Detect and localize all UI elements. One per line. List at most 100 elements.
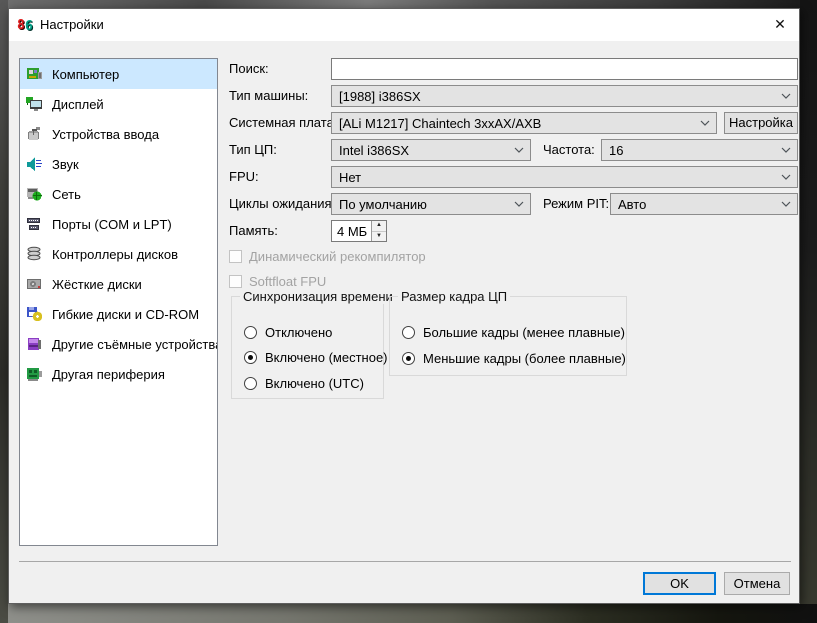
- time-sync-group: Синхронизация времени Отключено Включено…: [231, 296, 384, 399]
- sidebar-item-disk-controllers[interactable]: Контроллеры дисков: [20, 239, 217, 269]
- sidebar-item-display[interactable]: Дисплей: [20, 89, 217, 119]
- wait-states-label: Циклы ожидания:: [229, 193, 335, 215]
- frame-size-group: Размер кадра ЦП Большие кадры (менее пла…: [389, 296, 627, 376]
- fpu-select[interactable]: Нет: [331, 166, 798, 188]
- sidebar-item-floppy-cdrom[interactable]: Гибкие диски и CD-ROM: [20, 299, 217, 329]
- sidebar-item-label: Дисплей: [52, 97, 104, 112]
- desktop-background: [800, 0, 817, 623]
- window-title: Настройки: [40, 17, 104, 32]
- sidebar-item-machine[interactable]: Компьютер: [20, 59, 217, 89]
- settings-dialog: 8 8 6 6 Настройки ✕: [8, 8, 800, 604]
- chevron-down-icon: [781, 174, 791, 180]
- ports-icon: [26, 216, 44, 232]
- time-sync-option-utc[interactable]: Включено (UTC): [244, 376, 364, 391]
- radio-icon: [244, 377, 257, 390]
- frame-size-group-title: Размер кадра ЦП: [398, 289, 510, 304]
- category-list: Компьютер Дисплей: [19, 58, 218, 546]
- memory-stepper[interactable]: 4 МБ ▲ ▼: [331, 220, 387, 242]
- motherboard-select[interactable]: [ALi M1217] Chaintech 3xxAX/AXB: [331, 112, 717, 134]
- radio-checked-icon: [402, 352, 415, 365]
- wait-states-select[interactable]: По умолчанию: [331, 193, 531, 215]
- machine-type-value: [1988] i386SX: [339, 89, 421, 104]
- desktop-background: [0, 0, 817, 8]
- pit-mode-value: Авто: [618, 197, 646, 212]
- sidebar-item-label: Другие съёмные устройства: [52, 337, 218, 352]
- radio-icon: [244, 326, 257, 339]
- sidebar-item-hard-disks[interactable]: Жёсткие диски: [20, 269, 217, 299]
- search-label: Поиск:: [229, 58, 269, 80]
- close-icon[interactable]: ✕: [763, 9, 797, 39]
- sound-icon: [26, 156, 44, 172]
- chevron-down-icon: [514, 201, 524, 207]
- hard-disks-icon: [26, 276, 44, 292]
- dynamic-recompiler-label: Динамический рекомпилятор: [249, 249, 426, 264]
- sidebar-item-removable-devices[interactable]: Другие съёмные устройства: [20, 329, 217, 359]
- motherboard-value: [ALi M1217] Chaintech 3xxAX/AXB: [339, 116, 541, 131]
- motherboard-label: Системная плата:: [229, 112, 337, 134]
- spin-up-icon[interactable]: ▲: [372, 221, 386, 232]
- titlebar[interactable]: 8 8 6 6 Настройки ✕: [9, 9, 799, 41]
- desktop: 8 8 6 6 Настройки ✕: [0, 0, 817, 623]
- sidebar-item-sound[interactable]: Звук: [20, 149, 217, 179]
- softfloat-fpu-checkbox: [229, 275, 242, 288]
- chevron-down-icon: [700, 120, 710, 126]
- time-sync-option-local[interactable]: Включено (местное): [244, 350, 388, 365]
- softfloat-fpu-row: Softfloat FPU: [229, 273, 326, 289]
- frequency-label: Частота:: [543, 139, 595, 161]
- desktop-background: [0, 604, 817, 623]
- disk-controllers-icon: [26, 246, 44, 262]
- radio-checked-icon: [244, 351, 257, 364]
- computer-icon: [26, 66, 44, 82]
- cpu-type-label: Тип ЦП:: [229, 139, 277, 161]
- sidebar-item-network[interactable]: Сеть: [20, 179, 217, 209]
- sidebar-item-label: Другая периферия: [52, 367, 165, 382]
- frame-size-option-large[interactable]: Большие кадры (менее плавные): [402, 325, 625, 340]
- frequency-select[interactable]: 16: [601, 139, 798, 161]
- memory-value: 4 МБ: [332, 224, 371, 239]
- wait-states-value: По умолчанию: [339, 197, 427, 212]
- sidebar-item-peripherals[interactable]: Другая периферия: [20, 359, 217, 389]
- pit-mode-select[interactable]: Авто: [610, 193, 798, 215]
- svg-text:8: 8: [17, 18, 25, 33]
- memory-label: Память:: [229, 220, 278, 242]
- floppy-cdrom-icon: [26, 306, 44, 322]
- svg-text:6: 6: [25, 19, 33, 33]
- sidebar-item-label: Гибкие диски и CD-ROM: [52, 307, 199, 322]
- sidebar-item-label: Устройства ввода: [52, 127, 159, 142]
- softfloat-fpu-label: Softfloat FPU: [249, 274, 326, 289]
- sidebar-item-label: Жёсткие диски: [52, 277, 142, 292]
- sidebar-item-label: Компьютер: [52, 67, 119, 82]
- cancel-button[interactable]: Отмена: [724, 572, 790, 595]
- dynamic-recompiler-row: Динамический рекомпилятор: [229, 248, 426, 264]
- footer-separator: [19, 561, 791, 562]
- motherboard-configure-button[interactable]: Настройка: [724, 112, 798, 134]
- fpu-value: Нет: [339, 170, 361, 185]
- sidebar-item-label: Звук: [52, 157, 79, 172]
- time-sync-option-disabled[interactable]: Отключено: [244, 325, 332, 340]
- peripherals-icon: [26, 366, 44, 382]
- 86box-logo-icon: 8 8 6 6: [17, 17, 35, 33]
- cpu-type-value: Intel i386SX: [339, 143, 409, 158]
- fpu-label: FPU:: [229, 166, 259, 188]
- radio-icon: [402, 326, 415, 339]
- removable-devices-icon: [26, 336, 44, 352]
- spinner-buttons: ▲ ▼: [371, 221, 386, 241]
- spin-down-icon[interactable]: ▼: [372, 232, 386, 242]
- sidebar-item-label: Сеть: [52, 187, 81, 202]
- sidebar-item-input-devices[interactable]: Устройства ввода: [20, 119, 217, 149]
- input-devices-icon: [26, 126, 44, 142]
- display-icon: [26, 96, 44, 112]
- chevron-down-icon: [514, 147, 524, 153]
- sidebar-item-ports[interactable]: Порты (COM и LPT): [20, 209, 217, 239]
- chevron-down-icon: [781, 147, 791, 153]
- search-input[interactable]: [331, 58, 798, 80]
- chevron-down-icon: [781, 93, 791, 99]
- cpu-type-select[interactable]: Intel i386SX: [331, 139, 531, 161]
- network-icon: [26, 186, 44, 202]
- sidebar-item-label: Контроллеры дисков: [52, 247, 178, 262]
- frame-size-option-small[interactable]: Меньшие кадры (более плавные): [402, 351, 626, 366]
- chevron-down-icon: [781, 201, 791, 207]
- machine-type-select[interactable]: [1988] i386SX: [331, 85, 798, 107]
- ok-button[interactable]: OK: [643, 572, 716, 595]
- desktop-background: [0, 0, 8, 623]
